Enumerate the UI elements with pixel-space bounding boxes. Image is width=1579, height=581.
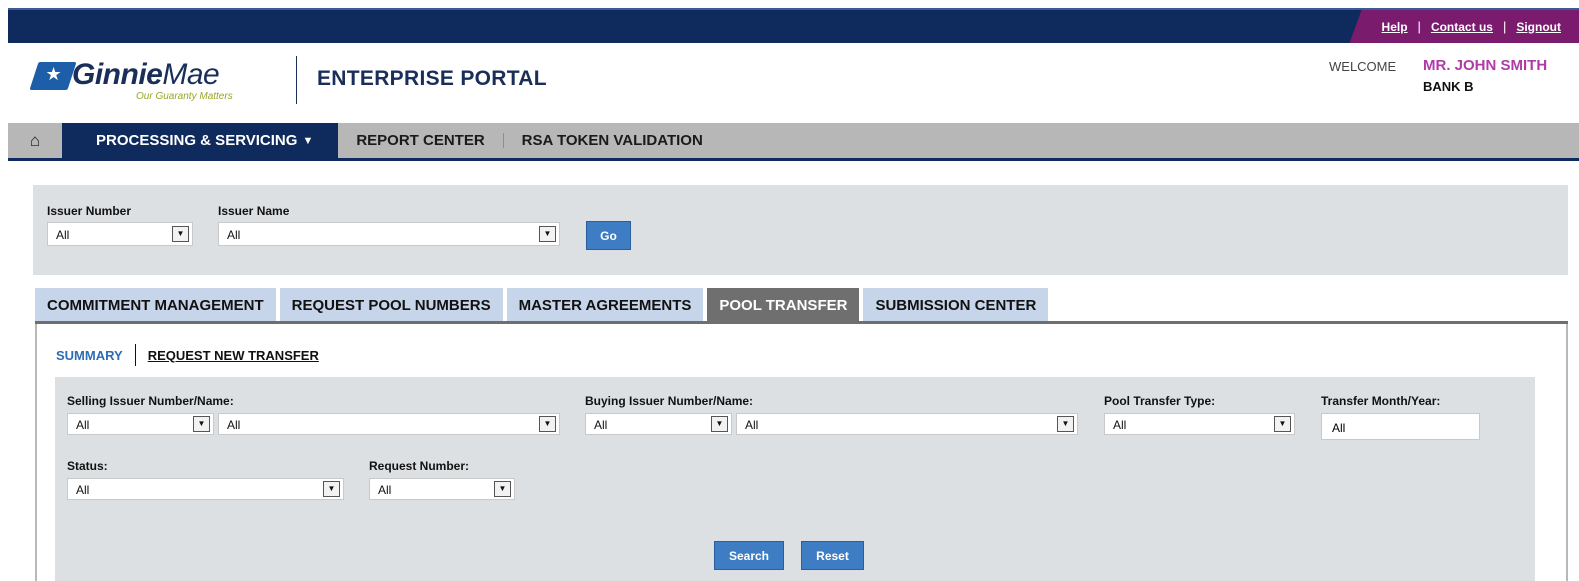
issuer-name-select[interactable]: All ▼ bbox=[218, 222, 560, 246]
tab-master-agreements[interactable]: MASTER AGREEMENTS bbox=[506, 288, 704, 322]
ginnie-mae-logo[interactable]: ★ GinnieMae Our Guaranty Matters bbox=[29, 58, 274, 108]
search-form: Selling Issuer Number/Name: All ▼ All ▼ … bbox=[55, 377, 1535, 581]
subtabs: SUMMARY REQUEST NEW TRANSFER bbox=[56, 344, 319, 366]
header-divider bbox=[296, 56, 297, 104]
select-value: All bbox=[227, 418, 241, 432]
logo-text: GinnieMae bbox=[72, 58, 220, 91]
nav-rsa-token-validation[interactable]: RSA TOKEN VALIDATION bbox=[504, 123, 721, 158]
select-value: All bbox=[227, 228, 241, 242]
contact-us-link[interactable]: Contact us bbox=[1421, 20, 1503, 34]
dropdown-arrow-icon[interactable]: ▼ bbox=[193, 416, 210, 432]
request-number-select[interactable]: All ▼ bbox=[369, 478, 515, 500]
search-button[interactable]: Search bbox=[714, 541, 784, 570]
select-value: All bbox=[378, 483, 392, 497]
bank-name: BANK B bbox=[1423, 79, 1474, 94]
buying-issuer-label: Buying Issuer Number/Name: bbox=[585, 394, 754, 408]
dropdown-arrow-icon[interactable]: ▼ bbox=[539, 416, 556, 432]
pool-transfer-type-label: Pool Transfer Type: bbox=[1104, 394, 1216, 408]
select-value: All bbox=[76, 418, 90, 432]
help-link[interactable]: Help bbox=[1372, 20, 1418, 34]
selling-issuer-number-select[interactable]: All ▼ bbox=[67, 413, 214, 435]
tab-commitment-management[interactable]: COMMITMENT MANAGEMENT bbox=[35, 288, 276, 322]
issuer-number-select[interactable]: All ▼ bbox=[47, 222, 193, 246]
user-name: MR. JOHN SMITH bbox=[1423, 57, 1548, 74]
dropdown-arrow-icon[interactable]: ▼ bbox=[1274, 416, 1291, 432]
select-value: All bbox=[76, 483, 90, 497]
dropdown-arrow-icon[interactable]: ▼ bbox=[172, 226, 189, 242]
buying-issuer-number-select[interactable]: All ▼ bbox=[585, 413, 732, 435]
nav-report-center[interactable]: REPORT CENTER bbox=[338, 123, 502, 158]
subtab-summary[interactable]: SUMMARY bbox=[56, 348, 123, 363]
status-label: Status: bbox=[67, 459, 108, 473]
nav-processing-servicing[interactable]: PROCESSING & SERVICING ▼ bbox=[62, 123, 339, 158]
welcome-label: WELCOME bbox=[1329, 59, 1397, 74]
tab-request-pool-numbers[interactable]: REQUEST POOL NUMBERS bbox=[279, 288, 503, 322]
top-bar: Help | Contact us | Signout bbox=[8, 8, 1579, 43]
transfer-month-year-label: Transfer Month/Year: bbox=[1321, 394, 1441, 408]
issuer-number-label: Issuer Number bbox=[47, 204, 132, 218]
subtab-request-new-transfer[interactable]: REQUEST NEW TRANSFER bbox=[148, 348, 319, 363]
caret-down-icon: ▼ bbox=[302, 134, 314, 147]
nav-item-label: REPORT CENTER bbox=[356, 132, 485, 149]
select-value: All bbox=[56, 228, 70, 242]
main-nav: ⌂ PROCESSING & SERVICING ▼ REPORT CENTER… bbox=[8, 123, 1579, 161]
select-value: All bbox=[1113, 418, 1127, 432]
dropdown-arrow-icon[interactable]: ▼ bbox=[323, 481, 340, 497]
dropdown-arrow-icon[interactable]: ▼ bbox=[539, 226, 556, 242]
logo-mark-icon: ★ bbox=[29, 62, 77, 90]
issuer-name-label: Issuer Name bbox=[218, 204, 290, 218]
select-value: All bbox=[745, 418, 759, 432]
status-select[interactable]: All ▼ bbox=[67, 478, 344, 500]
portal-title: ENTERPRISE PORTAL bbox=[317, 67, 547, 90]
module-tabs: COMMITMENT MANAGEMENT REQUEST POOL NUMBE… bbox=[35, 288, 1049, 322]
utility-links: Help | Contact us | Signout bbox=[1349, 10, 1579, 43]
tab-submission-center[interactable]: SUBMISSION CENTER bbox=[863, 288, 1049, 322]
go-button[interactable]: Go bbox=[586, 221, 631, 250]
request-number-label: Request Number: bbox=[369, 459, 470, 473]
dropdown-arrow-icon[interactable]: ▼ bbox=[1057, 416, 1074, 432]
selling-issuer-name-select[interactable]: All ▼ bbox=[218, 413, 560, 435]
home-button[interactable]: ⌂ bbox=[8, 123, 62, 158]
buying-issuer-name-select[interactable]: All ▼ bbox=[736, 413, 1078, 435]
home-icon: ⌂ bbox=[29, 130, 41, 150]
selling-issuer-label: Selling Issuer Number/Name: bbox=[67, 394, 234, 408]
signout-link[interactable]: Signout bbox=[1506, 20, 1571, 34]
header: ★ GinnieMae Our Guaranty Matters ENTERPR… bbox=[8, 43, 1579, 123]
reset-button[interactable]: Reset bbox=[801, 541, 864, 570]
nav-item-label: PROCESSING & SERVICING bbox=[96, 132, 298, 149]
select-value: All bbox=[594, 418, 608, 432]
tab-pool-transfer[interactable]: POOL TRANSFER bbox=[707, 288, 860, 322]
dropdown-arrow-icon[interactable]: ▼ bbox=[711, 416, 728, 432]
pool-transfer-type-select[interactable]: All ▼ bbox=[1104, 413, 1295, 435]
logo-tagline: Our Guaranty Matters bbox=[136, 91, 233, 102]
dropdown-arrow-icon[interactable]: ▼ bbox=[494, 481, 511, 497]
transfer-month-year-input[interactable]: All bbox=[1321, 413, 1480, 440]
subtab-separator bbox=[134, 344, 136, 366]
issuer-filter-bar: Issuer Number All ▼ Issuer Name All ▼ Go bbox=[33, 185, 1568, 275]
nav-item-label: RSA TOKEN VALIDATION bbox=[521, 132, 703, 149]
